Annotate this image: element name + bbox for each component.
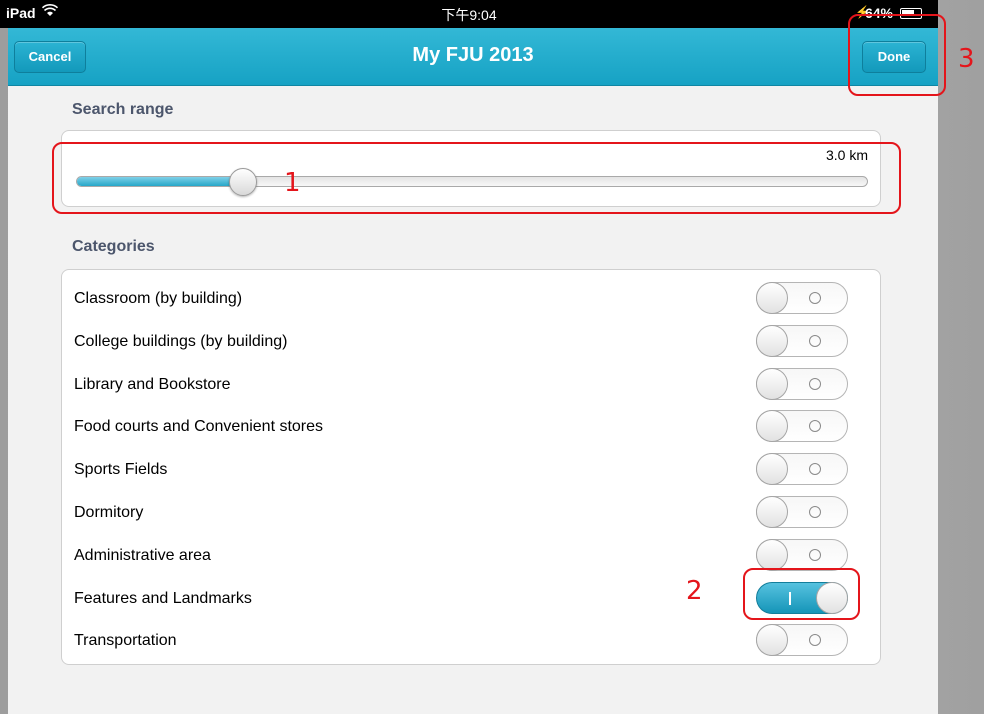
category-label: Transportation [74,632,177,650]
toggle-knob [756,624,788,657]
page-title: My FJU 2013 [412,44,534,66]
toggle-knob [756,410,788,443]
nav-bar: Cancel My FJU 2013 Done [8,28,938,86]
category-label: Administrative area [74,546,211,564]
categories-heading: Categories [72,238,155,255]
toggle-knob [756,324,788,357]
category-label: Classroom (by building) [74,290,243,307]
off-indicator-icon [809,420,821,433]
category-toggle[interactable] [756,496,848,528]
toggle-knob [756,453,788,486]
ipad-screen: iPad 下午9:04 ⚡ 64% Cancel My FJU 2013 Don… [0,0,984,714]
toggle-knob [756,282,788,314]
category-row: Dormitory [62,492,880,534]
status-time: 下午9:04 [441,7,497,23]
category-toggle[interactable] [756,453,848,486]
category-label: Library and Bookstore [74,375,231,393]
category-toggle[interactable] [756,624,848,657]
category-label: Sports Fields [74,461,168,479]
category-label: College buildings (by building) [74,332,288,350]
search-range-heading: Search range [72,101,174,118]
category-row: College buildings (by building) [62,321,880,363]
category-label: Food courts and Convenient stores [74,418,324,436]
category-label: Features and Landmarks [74,589,252,607]
off-indicator-icon [809,634,821,647]
category-label: Dormitory [74,504,144,521]
off-indicator-icon [809,334,821,347]
category-toggle[interactable] [756,324,848,357]
annotation-number-3: 3 [958,44,975,74]
toggle-knob [756,496,788,528]
status-bar: iPad 下午9:04 ⚡ 64% [0,0,938,28]
category-toggle[interactable] [756,367,848,400]
category-row: Classroom (by building) [62,278,880,320]
annotation-box-2 [743,568,860,620]
off-indicator-icon [809,506,821,518]
category-row: Food courts and Convenient stores [62,406,880,448]
off-indicator-icon [809,463,821,476]
toggle-knob [756,538,788,571]
category-row: Sports Fields [62,449,880,491]
off-indicator-icon [809,377,821,390]
annotation-number-1: 1 [284,168,301,198]
annotation-box-1 [52,142,901,214]
annotation-box-3 [848,14,946,96]
off-indicator-icon [809,292,821,304]
category-toggle[interactable] [756,410,848,443]
category-toggle[interactable] [756,538,848,571]
toggle-knob [756,367,788,400]
category-toggle[interactable] [756,282,848,314]
annotation-number-2: 2 [686,576,703,606]
category-row: Transportation [62,620,880,662]
category-row: Library and Bookstore [62,364,880,406]
off-indicator-icon [809,548,821,561]
